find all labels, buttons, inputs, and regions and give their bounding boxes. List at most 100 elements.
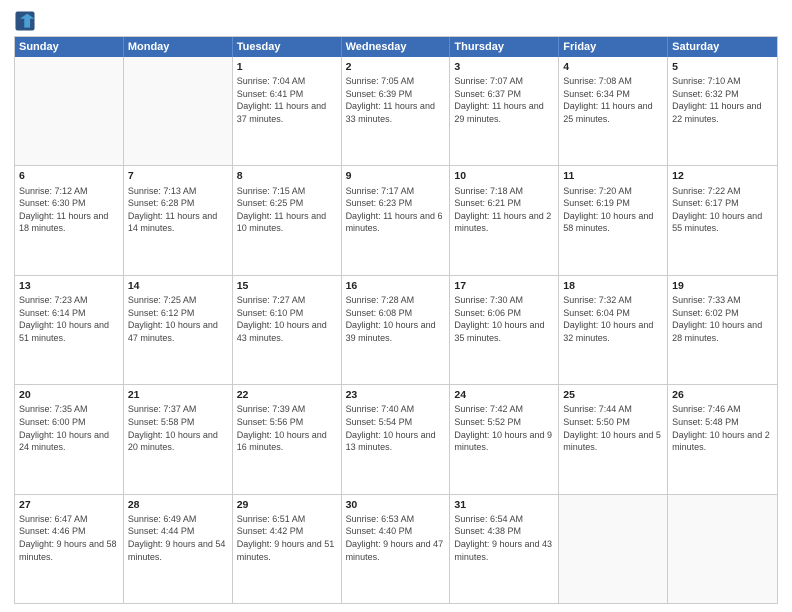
- header: [14, 10, 778, 32]
- day-number: 3: [454, 60, 554, 74]
- day-details: Sunrise: 7:07 AM Sunset: 6:37 PM Dayligh…: [454, 75, 554, 125]
- day-number: 1: [237, 60, 337, 74]
- day-details: Sunrise: 7:15 AM Sunset: 6:25 PM Dayligh…: [237, 185, 337, 235]
- day-number: 16: [346, 279, 446, 293]
- day-number: 13: [19, 279, 119, 293]
- calendar-cell-26: 26Sunrise: 7:46 AM Sunset: 5:48 PM Dayli…: [668, 385, 777, 493]
- day-details: Sunrise: 6:53 AM Sunset: 4:40 PM Dayligh…: [346, 513, 446, 563]
- calendar-cell-17: 17Sunrise: 7:30 AM Sunset: 6:06 PM Dayli…: [450, 276, 559, 384]
- day-number: 26: [672, 388, 773, 402]
- day-details: Sunrise: 7:20 AM Sunset: 6:19 PM Dayligh…: [563, 185, 663, 235]
- day-number: 18: [563, 279, 663, 293]
- day-details: Sunrise: 7:23 AM Sunset: 6:14 PM Dayligh…: [19, 294, 119, 344]
- calendar-cell-11: 11 Sunrise: 7:20 AM Sunset: 6:19 PM Dayli…: [559, 166, 668, 274]
- day-details: Sunrise: 7:28 AM Sunset: 6:08 PM Dayligh…: [346, 294, 446, 344]
- calendar-cell-14: 14Sunrise: 7:25 AM Sunset: 6:12 PM Dayli…: [124, 276, 233, 384]
- header-day-sunday: Sunday: [15, 37, 124, 57]
- calendar-cell-21: 21Sunrise: 7:37 AM Sunset: 5:58 PM Dayli…: [124, 385, 233, 493]
- calendar-cell-18: 18Sunrise: 7:32 AM Sunset: 6:04 PM Dayli…: [559, 276, 668, 384]
- header-day-wednesday: Wednesday: [342, 37, 451, 57]
- calendar-cell-5: 5Sunrise: 7:10 AM Sunset: 6:32 PM Daylig…: [668, 57, 777, 165]
- calendar-cell-8: 8 Sunrise: 7:15 AM Sunset: 6:25 PM Daylig…: [233, 166, 342, 274]
- calendar-row-2: 6 Sunrise: 7:12 AM Sunset: 6:30 PM Daylig…: [15, 165, 777, 274]
- calendar-cell-20: 20Sunrise: 7:35 AM Sunset: 6:00 PM Dayli…: [15, 385, 124, 493]
- day-details: Sunrise: 6:47 AM Sunset: 4:46 PM Dayligh…: [19, 513, 119, 563]
- day-details: Sunrise: 7:18 AM Sunset: 6:21 PM Dayligh…: [454, 185, 554, 235]
- day-number: 21: [128, 388, 228, 402]
- day-number: 7: [128, 169, 228, 183]
- day-number: 27: [19, 498, 119, 512]
- day-number: 28: [128, 498, 228, 512]
- calendar-body: 1Sunrise: 7:04 AM Sunset: 6:41 PM Daylig…: [15, 57, 777, 603]
- calendar-cell-13: 13Sunrise: 7:23 AM Sunset: 6:14 PM Dayli…: [15, 276, 124, 384]
- calendar-cell-1: 1Sunrise: 7:04 AM Sunset: 6:41 PM Daylig…: [233, 57, 342, 165]
- day-number: 17: [454, 279, 554, 293]
- day-details: Sunrise: 7:42 AM Sunset: 5:52 PM Dayligh…: [454, 403, 554, 453]
- calendar-cell-4: 4Sunrise: 7:08 AM Sunset: 6:34 PM Daylig…: [559, 57, 668, 165]
- day-details: Sunrise: 6:54 AM Sunset: 4:38 PM Dayligh…: [454, 513, 554, 563]
- calendar: SundayMondayTuesdayWednesdayThursdayFrid…: [14, 36, 778, 604]
- header-day-saturday: Saturday: [668, 37, 777, 57]
- day-details: Sunrise: 7:22 AM Sunset: 6:17 PM Dayligh…: [672, 185, 773, 235]
- calendar-cell-29: 29Sunrise: 6:51 AM Sunset: 4:42 PM Dayli…: [233, 495, 342, 603]
- calendar-cell-25: 25Sunrise: 7:44 AM Sunset: 5:50 PM Dayli…: [559, 385, 668, 493]
- day-number: 4: [563, 60, 663, 74]
- logo: [14, 10, 38, 32]
- day-details: Sunrise: 7:04 AM Sunset: 6:41 PM Dayligh…: [237, 75, 337, 125]
- day-number: 23: [346, 388, 446, 402]
- day-details: Sunrise: 7:44 AM Sunset: 5:50 PM Dayligh…: [563, 403, 663, 453]
- day-details: Sunrise: 7:12 AM Sunset: 6:30 PM Dayligh…: [19, 185, 119, 235]
- day-details: Sunrise: 7:08 AM Sunset: 6:34 PM Dayligh…: [563, 75, 663, 125]
- header-day-thursday: Thursday: [450, 37, 559, 57]
- calendar-cell-16: 16Sunrise: 7:28 AM Sunset: 6:08 PM Dayli…: [342, 276, 451, 384]
- calendar-cell-3: 3Sunrise: 7:07 AM Sunset: 6:37 PM Daylig…: [450, 57, 559, 165]
- day-details: Sunrise: 6:51 AM Sunset: 4:42 PM Dayligh…: [237, 513, 337, 563]
- calendar-cell-24: 24Sunrise: 7:42 AM Sunset: 5:52 PM Dayli…: [450, 385, 559, 493]
- calendar-cell-23: 23Sunrise: 7:40 AM Sunset: 5:54 PM Dayli…: [342, 385, 451, 493]
- day-details: Sunrise: 7:30 AM Sunset: 6:06 PM Dayligh…: [454, 294, 554, 344]
- day-number: 8: [237, 169, 337, 183]
- day-details: Sunrise: 7:10 AM Sunset: 6:32 PM Dayligh…: [672, 75, 773, 125]
- calendar-header: SundayMondayTuesdayWednesdayThursdayFrid…: [15, 37, 777, 57]
- day-details: Sunrise: 7:37 AM Sunset: 5:58 PM Dayligh…: [128, 403, 228, 453]
- day-details: Sunrise: 7:05 AM Sunset: 6:39 PM Dayligh…: [346, 75, 446, 125]
- calendar-cell-empty: [668, 495, 777, 603]
- calendar-row-4: 20Sunrise: 7:35 AM Sunset: 6:00 PM Dayli…: [15, 384, 777, 493]
- calendar-row-3: 13Sunrise: 7:23 AM Sunset: 6:14 PM Dayli…: [15, 275, 777, 384]
- day-details: Sunrise: 7:17 AM Sunset: 6:23 PM Dayligh…: [346, 185, 446, 235]
- day-details: Sunrise: 7:27 AM Sunset: 6:10 PM Dayligh…: [237, 294, 337, 344]
- calendar-row-5: 27Sunrise: 6:47 AM Sunset: 4:46 PM Dayli…: [15, 494, 777, 603]
- calendar-cell-12: 12Sunrise: 7:22 AM Sunset: 6:17 PM Dayli…: [668, 166, 777, 274]
- calendar-cell-9: 9 Sunrise: 7:17 AM Sunset: 6:23 PM Daylig…: [342, 166, 451, 274]
- calendar-cell-27: 27Sunrise: 6:47 AM Sunset: 4:46 PM Dayli…: [15, 495, 124, 603]
- day-details: Sunrise: 7:39 AM Sunset: 5:56 PM Dayligh…: [237, 403, 337, 453]
- logo-icon: [14, 10, 36, 32]
- day-number: 24: [454, 388, 554, 402]
- day-number: 9: [346, 169, 446, 183]
- day-details: Sunrise: 7:40 AM Sunset: 5:54 PM Dayligh…: [346, 403, 446, 453]
- day-details: Sunrise: 7:35 AM Sunset: 6:00 PM Dayligh…: [19, 403, 119, 453]
- day-number: 30: [346, 498, 446, 512]
- calendar-cell-22: 22Sunrise: 7:39 AM Sunset: 5:56 PM Dayli…: [233, 385, 342, 493]
- day-number: 22: [237, 388, 337, 402]
- day-number: 15: [237, 279, 337, 293]
- header-day-friday: Friday: [559, 37, 668, 57]
- calendar-row-1: 1Sunrise: 7:04 AM Sunset: 6:41 PM Daylig…: [15, 57, 777, 165]
- day-number: 6: [19, 169, 119, 183]
- day-number: 2: [346, 60, 446, 74]
- day-number: 19: [672, 279, 773, 293]
- calendar-cell-empty: [15, 57, 124, 165]
- calendar-cell-2: 2Sunrise: 7:05 AM Sunset: 6:39 PM Daylig…: [342, 57, 451, 165]
- calendar-cell-28: 28Sunrise: 6:49 AM Sunset: 4:44 PM Dayli…: [124, 495, 233, 603]
- calendar-cell-19: 19Sunrise: 7:33 AM Sunset: 6:02 PM Dayli…: [668, 276, 777, 384]
- day-number: 29: [237, 498, 337, 512]
- day-number: 20: [19, 388, 119, 402]
- day-number: 5: [672, 60, 773, 74]
- day-details: Sunrise: 7:13 AM Sunset: 6:28 PM Dayligh…: [128, 185, 228, 235]
- calendar-cell-empty: [559, 495, 668, 603]
- day-number: 25: [563, 388, 663, 402]
- calendar-cell-10: 10Sunrise: 7:18 AM Sunset: 6:21 PM Dayli…: [450, 166, 559, 274]
- day-details: Sunrise: 7:33 AM Sunset: 6:02 PM Dayligh…: [672, 294, 773, 344]
- calendar-cell-15: 15Sunrise: 7:27 AM Sunset: 6:10 PM Dayli…: [233, 276, 342, 384]
- day-number: 11: [563, 169, 663, 183]
